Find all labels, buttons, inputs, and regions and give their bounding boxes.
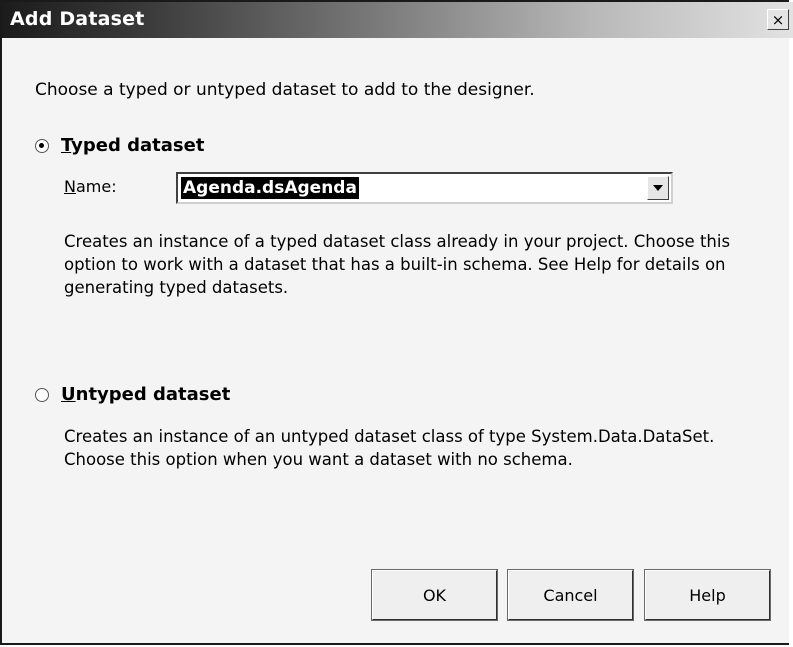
name-label: Name: (64, 177, 117, 196)
chevron-down-icon (653, 185, 663, 191)
untyped-description: Creates an instance of an untyped datase… (64, 425, 714, 471)
untyped-description-line: Choose this option when you want a datas… (64, 450, 573, 469)
typed-description-line: Creates an instance of a typed dataset c… (64, 232, 731, 251)
typed-description: Creates an instance of a typed dataset c… (64, 230, 730, 299)
ok-button[interactable]: OK (371, 569, 498, 621)
name-dropdown[interactable]: Agenda.dsAgenda (176, 172, 673, 204)
window-title: Add Dataset (10, 8, 145, 30)
intro-text: Choose a typed or untyped dataset to add… (35, 80, 535, 100)
radio-dot-icon (39, 143, 44, 148)
typed-dataset-label[interactable]: Typed dataset (61, 135, 204, 156)
close-button[interactable]: × (767, 9, 789, 30)
typed-description-line: option to work with a dataset that has a… (64, 255, 726, 274)
untyped-description-line: Creates an instance of an untyped datase… (64, 427, 715, 446)
help-button[interactable]: Help (644, 569, 771, 621)
name-dropdown-value: Agenda.dsAgenda (181, 177, 359, 199)
close-icon: × (771, 10, 785, 29)
untyped-dataset-label[interactable]: Untyped dataset (61, 384, 230, 405)
untyped-dataset-radio[interactable] (35, 388, 49, 402)
dropdown-button[interactable] (647, 176, 669, 200)
typed-dataset-radio[interactable] (35, 139, 49, 153)
cancel-button[interactable]: Cancel (507, 569, 634, 621)
typed-description-line: generating typed datasets. (64, 278, 289, 297)
title-bar[interactable]: Add Dataset × (2, 2, 793, 38)
add-dataset-dialog: Add Dataset × Choose a typed or untyped … (0, 0, 793, 645)
